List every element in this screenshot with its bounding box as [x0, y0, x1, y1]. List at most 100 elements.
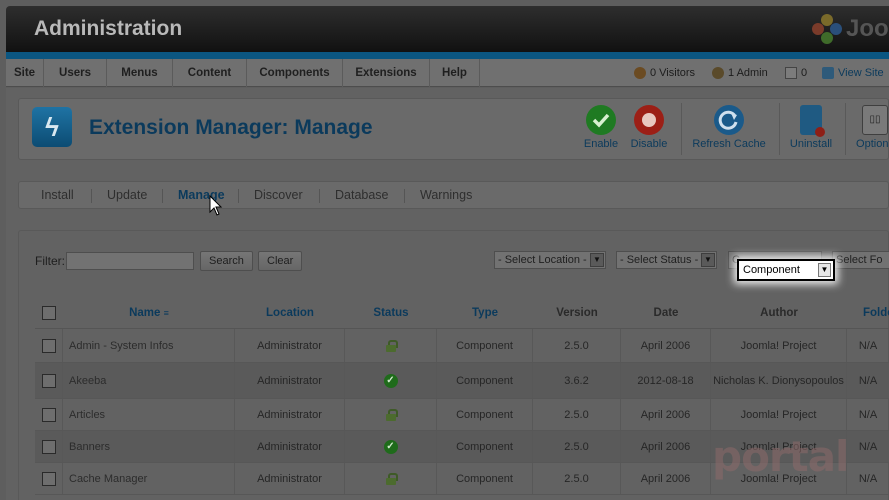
- extension-version: 3.6.2: [533, 363, 621, 398]
- extension-date: 2012-08-18: [621, 363, 711, 398]
- extension-status[interactable]: ✓: [345, 431, 437, 462]
- status-select[interactable]: - Select Status - ▼: [616, 251, 717, 269]
- options-button[interactable]: ▯▯ Options: [853, 105, 889, 150]
- uninstall-button[interactable]: Uninstall: [789, 105, 833, 150]
- header-accent-strip: [6, 52, 889, 59]
- extension-type: Component: [437, 463, 533, 494]
- extension-folder: N/A: [847, 399, 889, 430]
- status-admins: 1 Admin: [712, 59, 768, 87]
- row-checkbox-cell: [35, 363, 63, 398]
- extension-date: April 2006: [621, 431, 711, 462]
- folder-select[interactable]: Select Fo: [832, 251, 889, 269]
- watermark-logo: portal: [712, 432, 849, 481]
- menu-users[interactable]: Users: [44, 59, 107, 87]
- row-checkbox-cell: [35, 463, 63, 494]
- logo-text: Joo: [846, 15, 889, 42]
- extension-type: Component: [437, 329, 533, 362]
- menu-extensions[interactable]: Extensions: [343, 59, 430, 87]
- admin-menubar: Site Users Menus Content Components Exte…: [6, 59, 889, 87]
- row-checkbox-cell: [35, 329, 63, 362]
- options-icon: ▯▯: [862, 105, 888, 135]
- menu-site[interactable]: Site: [6, 59, 44, 87]
- row-checkbox-cell: [35, 431, 63, 462]
- tab-separator: [162, 189, 163, 203]
- column-folder[interactable]: Folde: [847, 297, 889, 329]
- extension-location: Administrator: [235, 431, 345, 462]
- menu-menus[interactable]: Menus: [107, 59, 173, 87]
- extension-name[interactable]: Articles: [63, 399, 235, 430]
- extension-author: Joomla! Project: [711, 329, 847, 362]
- column-type[interactable]: Type: [437, 297, 533, 329]
- tab-separator: [404, 189, 405, 203]
- search-button[interactable]: Search: [200, 251, 253, 271]
- tab-install[interactable]: Install: [41, 182, 74, 208]
- chevron-down-icon: ▼: [590, 253, 604, 267]
- check-circle-icon[interactable]: ✓: [383, 439, 398, 454]
- extension-folder: N/A: [847, 463, 889, 494]
- extension-type: Component: [437, 431, 533, 462]
- extension-name[interactable]: Akeeba: [63, 363, 235, 398]
- table-row: Admin - System Infos Administrator Compone…: [35, 329, 889, 363]
- disable-label: Disable: [630, 138, 668, 150]
- column-name[interactable]: Name ≡: [63, 297, 235, 329]
- header-title: Administration: [34, 17, 183, 40]
- joomla-logo[interactable]: Joo: [812, 12, 889, 46]
- disable-button[interactable]: Disable: [629, 105, 669, 150]
- type-filter-dropdown[interactable]: Component ▼: [737, 259, 835, 281]
- extension-name[interactable]: Cache Manager: [63, 463, 235, 494]
- location-select-value: - Select Location -: [498, 254, 587, 266]
- page-title: Extension Manager: Manage: [89, 116, 373, 139]
- menu-content[interactable]: Content: [173, 59, 247, 87]
- trash-icon: [800, 105, 825, 137]
- table-row: Articles Administrator Component 2.5.0 April…: [35, 399, 889, 431]
- status-messages[interactable]: 0: [785, 59, 807, 87]
- column-status[interactable]: Status: [345, 297, 437, 329]
- table-header: Name ≡ Location Status Type Version Date…: [35, 297, 889, 329]
- view-site-link[interactable]: View Site: [838, 59, 884, 87]
- lock-icon: [385, 472, 398, 485]
- refresh-cache-button[interactable]: Refresh Cache: [691, 105, 767, 150]
- menu-help[interactable]: Help: [430, 59, 480, 87]
- column-location[interactable]: Location: [235, 297, 345, 329]
- check-circle-icon[interactable]: ✓: [383, 373, 398, 388]
- stop-icon: [634, 105, 664, 135]
- extension-name[interactable]: Admin - System Infos: [63, 329, 235, 362]
- select-all-checkbox[interactable]: [42, 306, 56, 320]
- enable-button[interactable]: Enable: [581, 105, 621, 150]
- toolbar-separator: [681, 103, 682, 155]
- extension-version: 2.5.0: [533, 463, 621, 494]
- visitors-count: 0 Visitors: [650, 67, 696, 79]
- toolbar-separator: [779, 103, 780, 155]
- tab-database[interactable]: Database: [335, 182, 389, 208]
- location-select[interactable]: - Select Location - ▼: [494, 251, 606, 269]
- extension-version: 2.5.0: [533, 329, 621, 362]
- extension-type: Component: [437, 399, 533, 430]
- extension-status[interactable]: ✓: [345, 363, 437, 398]
- row-checkbox[interactable]: [41, 407, 56, 422]
- row-checkbox[interactable]: [41, 471, 56, 486]
- extension-folder: N/A: [847, 363, 889, 398]
- row-checkbox[interactable]: [41, 439, 56, 454]
- filter-search-input[interactable]: [66, 252, 194, 270]
- extension-date: April 2006: [621, 329, 711, 362]
- status-select-value: - Select Status -: [620, 254, 699, 266]
- extension-status[interactable]: [345, 463, 437, 494]
- extension-name[interactable]: Banners: [63, 431, 235, 462]
- extension-manager-icon: ϟ: [32, 107, 72, 147]
- type-filter-value: Component: [743, 264, 800, 276]
- tab-update[interactable]: Update: [107, 182, 147, 208]
- toolbar: ϟ Extension Manager: Manage Enable Disab…: [18, 98, 889, 160]
- extension-location: Administrator: [235, 463, 345, 494]
- extension-status[interactable]: [345, 399, 437, 430]
- messages-icon: [785, 67, 797, 79]
- row-checkbox[interactable]: [41, 373, 56, 388]
- select-all-checkbox-cell: [35, 297, 63, 329]
- clear-button[interactable]: Clear: [258, 251, 303, 271]
- extension-status[interactable]: [345, 329, 437, 362]
- row-checkbox[interactable]: [41, 338, 56, 353]
- menu-components[interactable]: Components: [247, 59, 343, 87]
- chevron-down-icon[interactable]: ▼: [818, 263, 831, 277]
- tab-discover[interactable]: Discover: [254, 182, 303, 208]
- tab-warnings[interactable]: Warnings: [420, 182, 472, 208]
- status-view-site[interactable]: View Site: [822, 59, 884, 87]
